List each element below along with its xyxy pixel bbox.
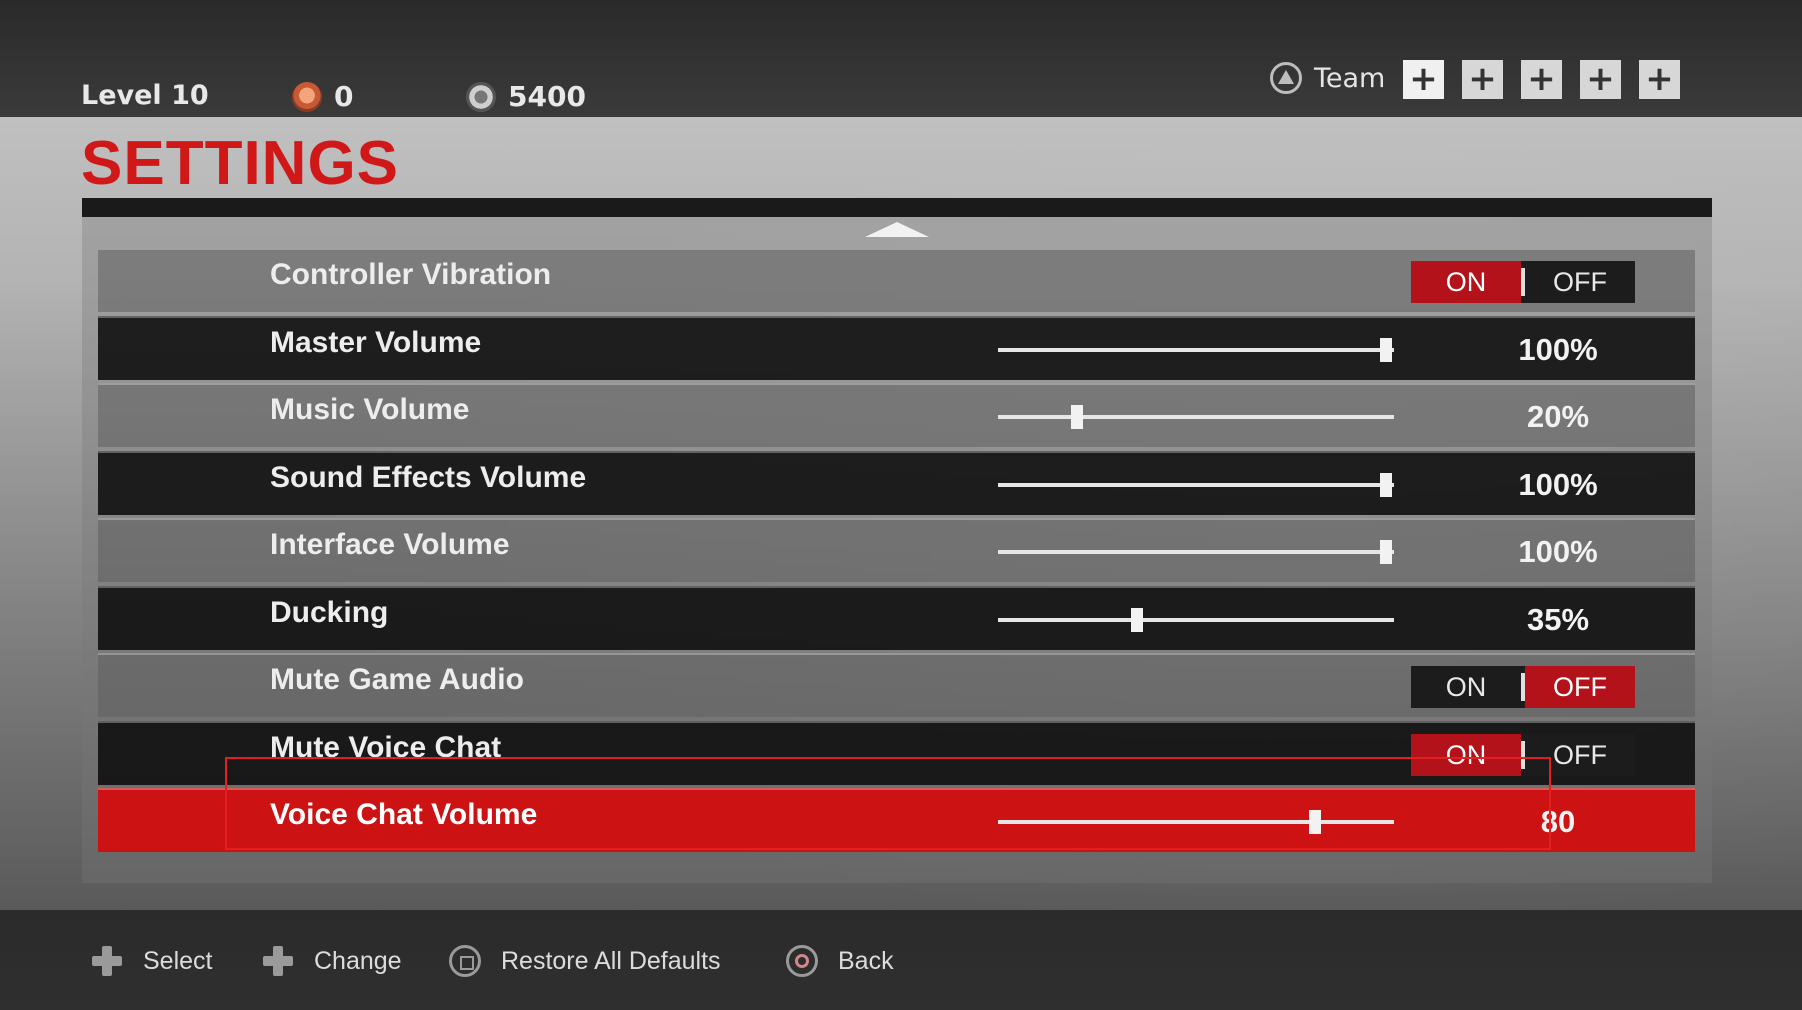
setting-label: Music Volume	[270, 393, 470, 426]
scroll-up-arrow-icon[interactable]	[865, 222, 929, 237]
interface-volume-slider[interactable]	[998, 540, 1394, 564]
coin-icon	[466, 81, 496, 112]
music-volume-slider[interactable]	[998, 405, 1394, 429]
currency-amount: 5400	[508, 80, 586, 113]
setting-interface-volume[interactable]: Interface Volume 100%	[98, 518, 1695, 582]
panel-header-bar	[82, 198, 1712, 217]
setting-label: Interface Volume	[270, 528, 510, 561]
setting-label: Controller Vibration	[270, 258, 552, 291]
slider-thumb[interactable]	[1130, 607, 1143, 632]
toggle-on-option[interactable]: ON	[1411, 666, 1521, 708]
dpad-icon	[262, 945, 294, 977]
sound-effects-volume-slider[interactable]	[998, 472, 1394, 497]
dpad-icon	[91, 945, 123, 977]
slider-thumb[interactable]	[1071, 405, 1084, 429]
crown-counter: 0	[292, 80, 353, 113]
crown-count: 0	[334, 80, 354, 113]
hint-label: Restore All Defaults	[501, 946, 721, 975]
hint-label: Change	[314, 946, 402, 975]
team-slots: + + + + +	[1403, 60, 1680, 99]
setting-value: 35%	[1526, 601, 1590, 637]
team-label: Team	[1314, 62, 1386, 94]
selection-highlight-frame	[225, 757, 1551, 850]
setting-mute-game-audio[interactable]: Mute Game Audio ON OFF	[98, 653, 1695, 717]
setting-music-volume[interactable]: Music Volume 20%	[98, 383, 1695, 447]
setting-sound-effects-volume[interactable]: Sound Effects Volume 100%	[98, 450, 1695, 515]
slider-thumb[interactable]	[1380, 540, 1393, 564]
setting-value: 100%	[1518, 331, 1598, 367]
hint-label: Back	[838, 946, 894, 975]
setting-controller-vibration[interactable]: Controller Vibration ON OFF	[98, 248, 1695, 312]
setting-value: 100%	[1518, 466, 1598, 502]
crown-icon	[292, 81, 322, 112]
setting-label: Master Volume	[270, 325, 482, 359]
team-slot-add-button[interactable]: +	[1403, 60, 1444, 99]
team-slot-add-button[interactable]: +	[1462, 60, 1503, 99]
setting-label: Ducking	[270, 595, 389, 629]
team-slot-add-button[interactable]: +	[1639, 60, 1680, 99]
setting-label: Sound Effects Volume	[270, 460, 587, 494]
toggle-on-option[interactable]: ON	[1411, 261, 1521, 303]
ducking-slider[interactable]	[998, 607, 1394, 632]
toggle-off-option[interactable]: OFF	[1525, 261, 1635, 303]
currency-counter: 5400	[466, 80, 586, 113]
setting-ducking[interactable]: Ducking 35%	[98, 585, 1695, 650]
team-slot-add-button[interactable]: +	[1521, 60, 1562, 99]
player-level: Level 10	[81, 80, 209, 111]
top-bar: Level 10 0 5400 Team + + + + +	[0, 0, 1802, 117]
hint-change[interactable]: Change	[262, 945, 402, 977]
hint-restore-defaults[interactable]: Restore All Defaults	[449, 945, 721, 977]
team-slot-add-button[interactable]: +	[1580, 60, 1621, 99]
vibration-toggle[interactable]: ON OFF	[1411, 261, 1635, 303]
hint-back[interactable]: Back	[786, 945, 894, 977]
setting-value: 100%	[1518, 534, 1598, 569]
slider-thumb[interactable]	[1380, 472, 1393, 497]
triangle-button-icon	[1270, 62, 1302, 94]
mute-game-audio-toggle[interactable]: ON OFF	[1411, 666, 1635, 708]
team-section: Team	[1270, 62, 1385, 94]
master-volume-slider[interactable]	[998, 337, 1394, 362]
setting-label: Mute Game Audio	[270, 663, 524, 696]
hint-select[interactable]: Select	[91, 945, 212, 977]
slider-thumb[interactable]	[1380, 337, 1393, 362]
toggle-off-option[interactable]: OFF	[1525, 666, 1635, 708]
setting-value: 20%	[1526, 399, 1590, 434]
circle-button-icon	[786, 945, 818, 977]
square-button-icon	[449, 945, 481, 977]
page-title: SETTINGS	[81, 129, 400, 198]
setting-master-volume[interactable]: Master Volume 100%	[98, 315, 1695, 380]
hint-label: Select	[143, 946, 213, 975]
